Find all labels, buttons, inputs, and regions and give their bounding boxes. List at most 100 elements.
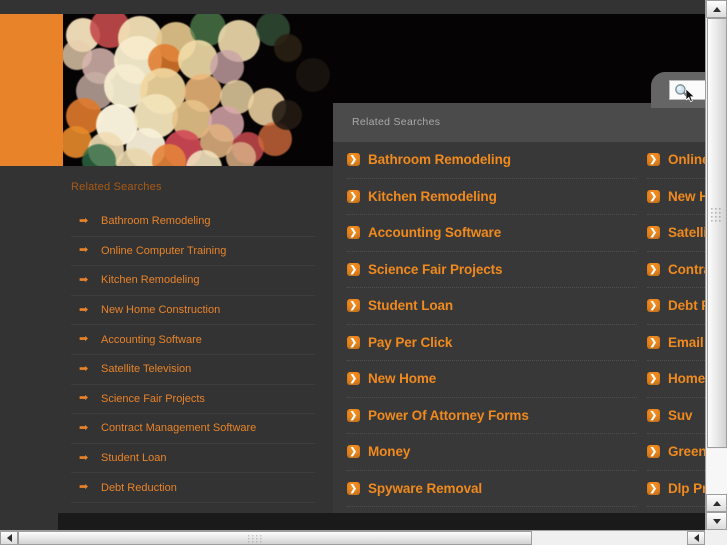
overlay-list-item-label: Power Of Attorney Forms bbox=[368, 407, 529, 423]
scroll-left-button-end[interactable] bbox=[687, 531, 705, 545]
chevron-right-badge-icon bbox=[647, 298, 660, 313]
vertical-scroll-track[interactable] bbox=[707, 449, 727, 494]
bokeh-circle bbox=[296, 58, 330, 92]
overlay-list-item[interactable]: Kitchen Remodeling bbox=[347, 179, 637, 215]
search-input[interactable] bbox=[669, 80, 705, 103]
left-list-item[interactable]: ➡ Student Loan bbox=[71, 444, 315, 474]
overlay-list-item[interactable]: Accounting Software bbox=[347, 215, 637, 252]
overlay-list-item[interactable]: Pay Per Click bbox=[347, 325, 637, 361]
scroll-left-button[interactable] bbox=[0, 531, 18, 545]
vertical-scroll-thumb[interactable] bbox=[707, 18, 727, 448]
overlay-list-item[interactable]: Debt Re bbox=[647, 288, 705, 325]
right-arrow-icon: ➡ bbox=[79, 362, 89, 375]
chevron-right-badge-icon bbox=[647, 444, 660, 459]
overlay-list-item[interactable]: Suv bbox=[647, 398, 705, 434]
horizontal-scroll-thumb[interactable] bbox=[18, 531, 532, 545]
left-list-item[interactable]: ➡ Contract Management Software bbox=[71, 414, 315, 444]
overlay-list-item-label: Pay Per Click bbox=[368, 334, 453, 350]
left-list-item-label: Student Loan bbox=[101, 452, 167, 465]
left-related-searches-list: ➡ Bathroom Remodeling ➡ Online Computer Tra… bbox=[71, 207, 315, 503]
overlay-list-item-label: Student Loan bbox=[368, 298, 454, 314]
overlay-list-item[interactable]: Bathroom Remodeling bbox=[347, 142, 637, 179]
overlay-list-item-label: Contrac bbox=[668, 261, 705, 277]
left-list-item[interactable]: ➡ Online Computer Training bbox=[71, 237, 315, 267]
overlay-list-item[interactable]: Power Of Attorney Forms bbox=[347, 398, 637, 434]
overlay-list-item[interactable]: Email M bbox=[647, 325, 705, 361]
overlay-list-item[interactable]: Green C bbox=[647, 434, 705, 471]
chevron-right-badge-icon bbox=[347, 225, 360, 240]
left-list-item-label: Accounting Software bbox=[101, 333, 202, 346]
left-list-item-label: Science Fair Projects bbox=[101, 392, 205, 405]
right-arrow-icon: ➡ bbox=[79, 392, 89, 405]
chevron-right-badge-icon bbox=[347, 444, 360, 459]
left-list-item-label: Satellite Television bbox=[101, 363, 192, 376]
bokeh-circle bbox=[274, 34, 302, 62]
overlay-list-item[interactable]: Dlp Pro bbox=[647, 471, 705, 507]
scroll-down-button[interactable] bbox=[706, 512, 727, 530]
overlay-list-item-label: Kitchen Remodeling bbox=[368, 188, 497, 204]
mouse-pointer-icon bbox=[686, 89, 696, 103]
overlay-list-item[interactable]: New Ho bbox=[647, 179, 705, 215]
related-searches-overlay: Related Searches Bathroom Remodeling Kitc… bbox=[333, 103, 705, 513]
chevron-right-badge-icon bbox=[647, 481, 660, 496]
overlay-list-item[interactable]: Student Loan bbox=[347, 288, 637, 325]
right-arrow-icon: ➡ bbox=[79, 244, 89, 257]
overlay-list-item[interactable]: Home I bbox=[647, 361, 705, 398]
overlay-list-item-label: Spyware Removal bbox=[368, 480, 483, 496]
overlay-list-item[interactable]: Satellite bbox=[647, 215, 705, 252]
top-strip bbox=[0, 0, 705, 14]
overlay-body: Bathroom Remodeling Kitchen Remodeling Acc… bbox=[333, 142, 705, 513]
overlay-list-item[interactable]: Online C bbox=[647, 142, 705, 179]
overlay-header: Related Searches bbox=[333, 103, 705, 142]
chevron-right-badge-icon bbox=[347, 152, 360, 167]
overlay-list-item[interactable]: New Home bbox=[347, 361, 637, 398]
overlay-list-item-label: New Home bbox=[368, 371, 437, 387]
overlay-list-item-label: Satellite bbox=[668, 225, 705, 241]
scroll-down-icon bbox=[712, 518, 721, 524]
overlay-list-item-label: Suv bbox=[668, 407, 693, 423]
overlay-list-item[interactable]: Money bbox=[347, 434, 637, 471]
scroll-up-button-lower[interactable] bbox=[706, 494, 727, 512]
left-list-item[interactable]: ➡ New Home Construction bbox=[71, 296, 315, 326]
overlay-list-item[interactable]: Contrac bbox=[647, 252, 705, 288]
overlay-list-item[interactable]: Science Fair Projects bbox=[347, 252, 637, 288]
scroll-left-icon bbox=[6, 534, 12, 542]
right-arrow-icon: ➡ bbox=[79, 481, 89, 494]
overlay-list-item-label: New Ho bbox=[668, 188, 705, 204]
left-list-item[interactable]: ➡ Satellite Television bbox=[71, 355, 315, 385]
left-list-item-label: New Home Construction bbox=[101, 304, 221, 317]
overlay-title: Related Searches bbox=[352, 116, 441, 128]
chevron-right-badge-icon bbox=[647, 371, 660, 386]
overlay-list-item-label: Bathroom Remodeling bbox=[368, 152, 511, 168]
chevron-right-badge-icon bbox=[647, 225, 660, 240]
bottom-dark-band bbox=[58, 513, 705, 530]
chevron-right-badge-icon bbox=[347, 408, 360, 423]
overlay-list-item-label: Accounting Software bbox=[368, 225, 502, 241]
right-arrow-icon: ➡ bbox=[79, 214, 89, 227]
right-arrow-icon: ➡ bbox=[79, 333, 89, 346]
chevron-right-badge-icon bbox=[647, 335, 660, 350]
bokeh-circle bbox=[272, 100, 302, 130]
left-list-item[interactable]: ➡ Kitchen Remodeling bbox=[71, 266, 315, 296]
overlay-list-item-label: Email M bbox=[668, 334, 705, 350]
left-list-item[interactable]: ➡ Bathroom Remodeling bbox=[71, 207, 315, 237]
left-list-item-label: Online Computer Training bbox=[101, 244, 227, 257]
overlay-column-right: Online C New Ho Satellite Contrac Debt Re Ema… bbox=[647, 142, 705, 507]
overlay-list-item-label: Online C bbox=[668, 152, 705, 168]
chevron-right-badge-icon bbox=[647, 408, 660, 423]
left-list-item-label: Debt Reduction bbox=[101, 481, 177, 494]
overlay-list-item[interactable]: Spyware Removal bbox=[347, 471, 637, 507]
vertical-scrollbar[interactable] bbox=[705, 0, 727, 530]
chevron-right-badge-icon bbox=[347, 481, 360, 496]
scroll-up-button[interactable] bbox=[706, 0, 727, 18]
left-list-item[interactable]: ➡ Debt Reduction bbox=[71, 473, 315, 503]
left-list-item-label: Bathroom Remodeling bbox=[101, 215, 211, 228]
right-arrow-icon: ➡ bbox=[79, 421, 89, 434]
scroll-up-icon bbox=[712, 6, 721, 12]
left-list-item[interactable]: ➡ Accounting Software bbox=[71, 325, 315, 355]
left-list-item[interactable]: ➡ Science Fair Projects bbox=[71, 385, 315, 415]
scrollbar-corner bbox=[705, 530, 727, 545]
bokeh-circle bbox=[226, 142, 256, 166]
right-arrow-icon: ➡ bbox=[79, 303, 89, 316]
horizontal-scrollbar[interactable] bbox=[0, 530, 727, 545]
